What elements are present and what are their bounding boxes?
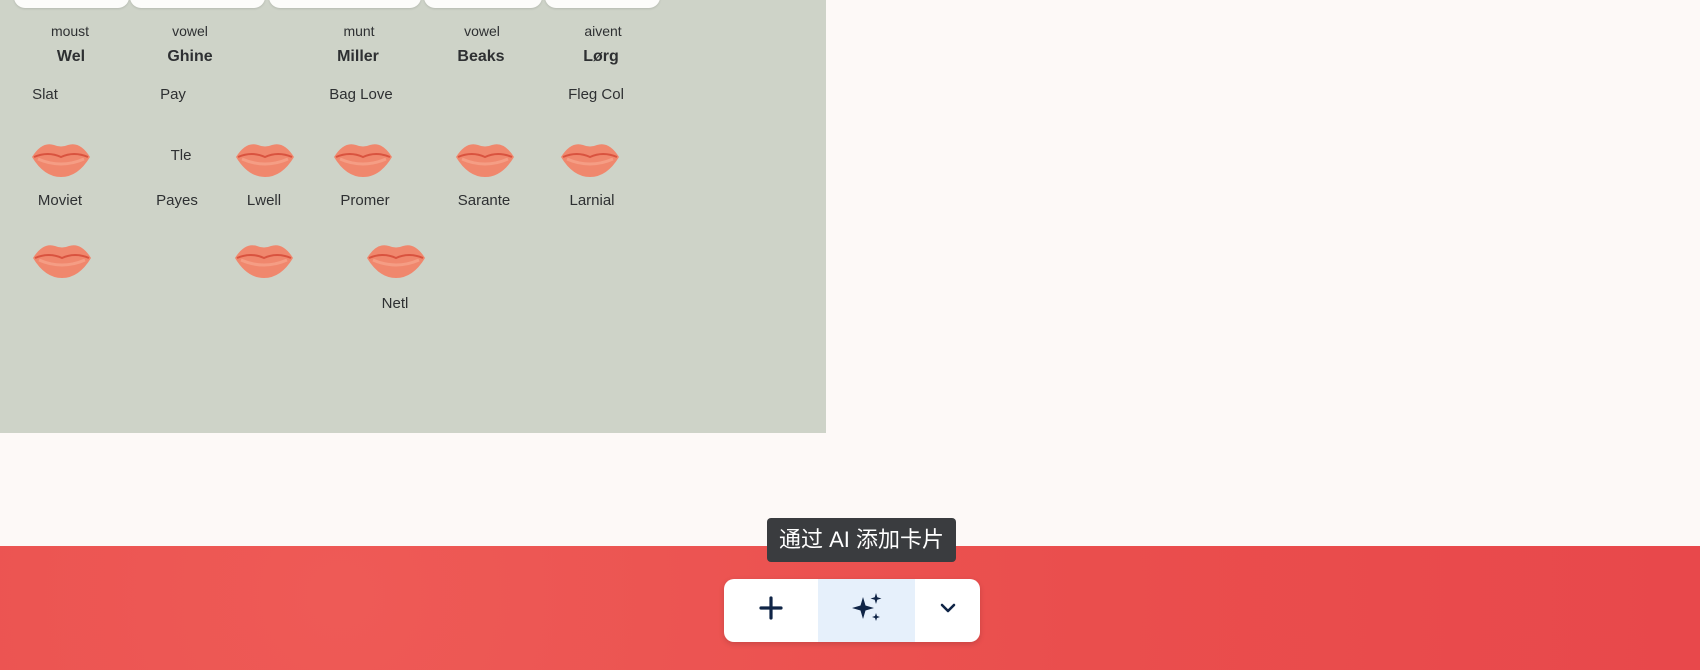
- top-label: vowel: [464, 23, 500, 39]
- pill-tab: [545, 0, 660, 8]
- lips-icon: [559, 135, 621, 181]
- ai-add-card-button[interactable]: [818, 579, 915, 642]
- page: moust vowel munt vowel aivent Wel Ghine …: [0, 0, 1700, 670]
- pill-tab: [424, 0, 542, 8]
- lips-icon: [332, 135, 394, 181]
- top-label: munt: [343, 23, 375, 39]
- word-label: Slat: [32, 86, 58, 103]
- more-options-button[interactable]: [915, 579, 980, 642]
- word-label: Netl: [381, 295, 409, 312]
- word-label: Pay: [160, 86, 186, 103]
- card-image: moust vowel munt vowel aivent Wel Ghine …: [0, 0, 826, 433]
- add-card-toolbar: [724, 579, 980, 642]
- sparkles-icon: [850, 591, 884, 630]
- top-label: aivent: [584, 23, 622, 39]
- lips-icon: [31, 236, 93, 282]
- word-label: Bag Love: [329, 86, 393, 103]
- word-label: Sarante: [457, 192, 511, 209]
- word-label: Payes: [156, 192, 198, 209]
- word-label: Larnial: [569, 192, 615, 209]
- lips-icon: [365, 236, 427, 282]
- top-label: vowel: [172, 23, 208, 39]
- pill-tab: [130, 0, 265, 8]
- pill-tab: [269, 0, 421, 8]
- word-label: Tle: [170, 147, 192, 164]
- chevron-down-icon: [938, 598, 958, 623]
- pill-tab: [14, 0, 129, 8]
- ai-add-card-tooltip: 通过 AI 添加卡片: [767, 518, 957, 562]
- word-label: Moviet: [37, 192, 83, 209]
- headword: Beaks: [457, 48, 505, 65]
- headword: Ghine: [167, 48, 213, 65]
- top-label: moust: [50, 23, 90, 39]
- plus-icon: [758, 595, 784, 626]
- lips-icon: [30, 135, 92, 181]
- word-label: Lwell: [246, 192, 282, 209]
- word-label: Promer: [340, 192, 390, 209]
- lips-icon: [233, 236, 295, 282]
- lips-icon: [454, 135, 516, 181]
- word-label: Fleg Col: [568, 86, 624, 103]
- lips-icon: [234, 135, 296, 181]
- headword: Wel: [56, 48, 86, 65]
- headword: Lørg: [583, 48, 619, 65]
- headword: Miller: [337, 48, 379, 65]
- add-card-button[interactable]: [724, 579, 818, 642]
